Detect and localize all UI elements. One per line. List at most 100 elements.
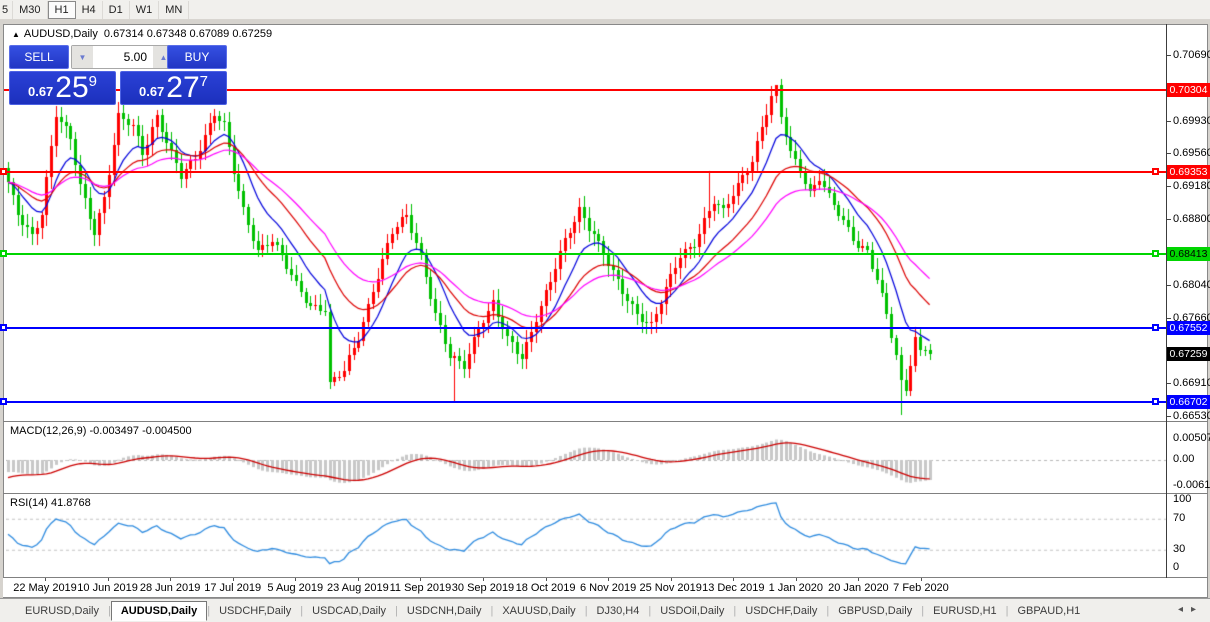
macd-label: MACD(12,26,9) -0.003497 -0.004500 — [10, 425, 192, 437]
rsi-scale-label: 0 — [1173, 561, 1180, 573]
sell-price-box[interactable]: 0.67 25 9 — [9, 71, 116, 105]
macd-scale-label: 0.005076 — [1173, 432, 1210, 444]
hline-right-handle[interactable] — [1152, 324, 1159, 331]
volume-spinner: ▼ ▲ — [71, 45, 175, 69]
date-axis-tick — [45, 578, 46, 581]
date-axis-label: 7 Feb 2020 — [893, 582, 949, 594]
horizontal-line-0.69353[interactable] — [4, 171, 1166, 173]
timeframe-button-mn[interactable]: MN — [159, 0, 190, 19]
date-axis-label: 30 Sep 2019 — [451, 582, 515, 594]
price-axis-label: 0.68800 — [1167, 213, 1210, 225]
date-axis-tick — [545, 578, 547, 581]
hline-right-handle[interactable] — [1152, 398, 1159, 405]
hline-left-handle[interactable] — [0, 324, 7, 331]
symbol-tab-usdchf-daily[interactable]: USDCHF,Daily — [210, 602, 300, 620]
buy-price-big: 27 — [166, 71, 200, 104]
date-axis-label: 28 Jun 2019 — [139, 582, 201, 594]
horizontal-line-0.67552[interactable] — [4, 327, 1166, 329]
price-axis-label: 0.70690 — [1167, 49, 1210, 61]
collapse-triangle-icon[interactable]: ▲ — [12, 30, 20, 39]
date-axis-tick — [858, 578, 860, 581]
symbol-tab-usdchf-daily[interactable]: USDCHF,Daily — [736, 602, 826, 620]
timeframe-button-h4[interactable]: H4 — [76, 0, 103, 19]
symbol-tab-dj30-h4[interactable]: DJ30,H4 — [588, 602, 649, 620]
date-axis-tick — [482, 578, 484, 581]
date-axis-tick — [170, 578, 172, 581]
tab-scroll-right-icon[interactable]: ▸ — [1191, 604, 1204, 615]
date-axis-tick — [420, 578, 422, 581]
rsi-scale-label: 100 — [1173, 493, 1192, 505]
symbol-tab-bar: EURUSD,Daily | AUDUSD,Daily | USDCHF,Daily | U… — [0, 598, 1210, 622]
price-axis-label: 0.69560 — [1167, 147, 1210, 159]
price-axis-tick — [1167, 121, 1171, 122]
macd-scale-label: -0.006148 — [1173, 479, 1210, 491]
date-axis-tick — [107, 578, 109, 581]
date-axis-label: 25 Nov 2019 — [639, 582, 702, 594]
symbol-tab-eurusd-h1[interactable]: EURUSD,H1 — [924, 602, 1006, 620]
hline-right-handle[interactable] — [1152, 168, 1159, 175]
hline-left-handle[interactable] — [0, 250, 7, 257]
price-axis-tick — [1167, 285, 1171, 286]
timeframe-button-d1[interactable]: D1 — [103, 0, 130, 19]
symbol-tab-gbpaud-h1[interactable]: GBPAUD,H1 — [1009, 602, 1090, 620]
buy-button[interactable]: BUY — [167, 45, 227, 69]
price-axis-label: 0.69930 — [1167, 115, 1210, 127]
chart-ohlc-values: 0.67314 0.67348 0.67089 0.67259 — [103, 28, 273, 40]
sell-price-big: 25 — [55, 71, 89, 104]
rsi-canvas[interactable] — [6, 494, 1166, 577]
price-axis-tick — [1167, 416, 1171, 417]
price-axis-label: 0.69180 — [1167, 180, 1210, 192]
date-axis-label: 10 Jun 2019 — [77, 582, 138, 594]
timeframe-button-h1[interactable]: H1 — [47, 0, 76, 19]
price-axis-tick — [1167, 55, 1171, 56]
symbol-tab-usdcnh-daily[interactable]: USDCNH,Daily — [398, 602, 491, 620]
price-axis-tick — [1167, 186, 1171, 187]
symbol-tab-xauusd-daily[interactable]: XAUUSD,Daily — [493, 602, 584, 620]
current-price-badge: 0.67259 — [1167, 347, 1210, 361]
rsi-panel-separator — [3, 493, 1208, 494]
symbol-tab-usdoil-daily[interactable]: USDOil,Daily — [651, 602, 733, 620]
date-axis-label: 20 Jan 2020 — [828, 582, 889, 594]
hline-left-handle[interactable] — [0, 398, 7, 405]
symbol-tab-gbpusd-daily[interactable]: GBPUSD,Daily — [829, 602, 921, 620]
macd-scale-label: 0.00 — [1173, 453, 1195, 465]
timeframe-toolbar: 5 M30 H1 H4 D1 W1 MN — [0, 0, 1210, 20]
timeframe-button-m30[interactable]: M30 — [13, 0, 48, 19]
volume-input[interactable] — [93, 46, 153, 68]
price-axis-tick — [1167, 219, 1171, 220]
buy-price-box[interactable]: 0.67 27 7 — [120, 71, 227, 105]
date-axis-label: 11 Sep 2019 — [389, 582, 452, 594]
date-axis-label: 23 Aug 2019 — [326, 582, 389, 594]
date-axis-tick — [920, 578, 922, 581]
tab-scroll-arrows[interactable]: ◂▸ — [1178, 604, 1204, 615]
price-axis-tick — [1167, 383, 1171, 384]
horizontal-line-0.66702[interactable] — [4, 401, 1166, 403]
price-line-badge: 0.69353 — [1167, 165, 1210, 179]
volume-decrease-button[interactable]: ▼ — [72, 46, 93, 68]
symbol-tab-audusd-daily[interactable]: AUDUSD,Daily — [110, 600, 208, 621]
hline-right-handle[interactable] — [1152, 250, 1159, 257]
sell-price-prefix: 0.67 — [27, 84, 54, 99]
price-axis-label: 0.66910 — [1167, 377, 1210, 389]
date-axis-label: 1 Jan 2020 — [768, 582, 824, 594]
rsi-scale-label: 30 — [1173, 543, 1186, 555]
date-axis-label: 18 Oct 2019 — [515, 582, 576, 594]
buy-price-pip: 7 — [199, 73, 209, 90]
date-axis-label: 22 May 2019 — [13, 582, 77, 594]
timeframe-button-w1[interactable]: W1 — [130, 0, 160, 19]
date-axis-tick — [295, 578, 297, 581]
price-line-badge: 0.67552 — [1167, 321, 1210, 335]
sell-button[interactable]: SELL — [9, 45, 69, 69]
tab-scroll-left-icon[interactable]: ◂ — [1178, 604, 1191, 615]
buy-price-prefix: 0.67 — [138, 84, 165, 99]
hline-left-handle[interactable] — [0, 168, 7, 175]
symbol-tab-usdcad-daily[interactable]: USDCAD,Daily — [303, 602, 395, 620]
horizontal-line-0.68413[interactable] — [4, 253, 1166, 255]
rsi-label: RSI(14) 41.8768 — [10, 497, 91, 509]
date-axis-tick — [357, 578, 359, 581]
date-axis-label: 5 Aug 2019 — [267, 582, 324, 594]
chart-symbol-label: AUDUSD,Daily — [23, 28, 98, 40]
symbol-tab-eurusd-daily[interactable]: EURUSD,Daily — [16, 602, 108, 620]
date-axis-tick — [733, 578, 735, 581]
timeframe-button-5[interactable]: 5 — [0, 0, 14, 19]
